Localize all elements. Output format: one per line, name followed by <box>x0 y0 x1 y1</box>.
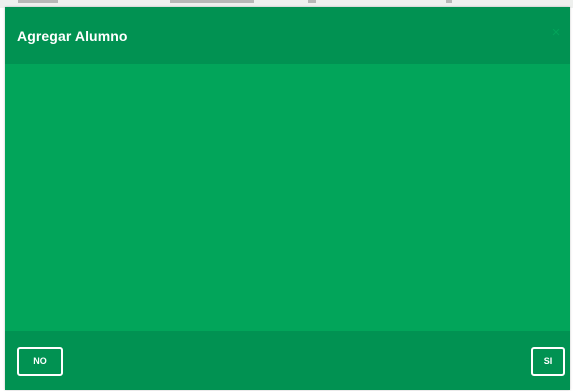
modal-body <box>5 64 570 331</box>
no-button[interactable]: NO <box>17 347 63 376</box>
background-text-fragment <box>446 0 452 3</box>
modal-title: Agregar Alumno <box>17 28 128 44</box>
yes-button[interactable]: SI <box>531 347 565 376</box>
close-icon[interactable]: × <box>548 25 564 41</box>
background-text-fragment <box>308 0 316 3</box>
background-text-fragment <box>18 0 58 3</box>
background-text-fragment <box>170 0 254 3</box>
modal-footer: NO SI <box>5 331 570 390</box>
modal-header: Agregar Alumno × <box>5 7 570 64</box>
add-student-modal: Agregar Alumno × NO SI <box>5 7 570 390</box>
